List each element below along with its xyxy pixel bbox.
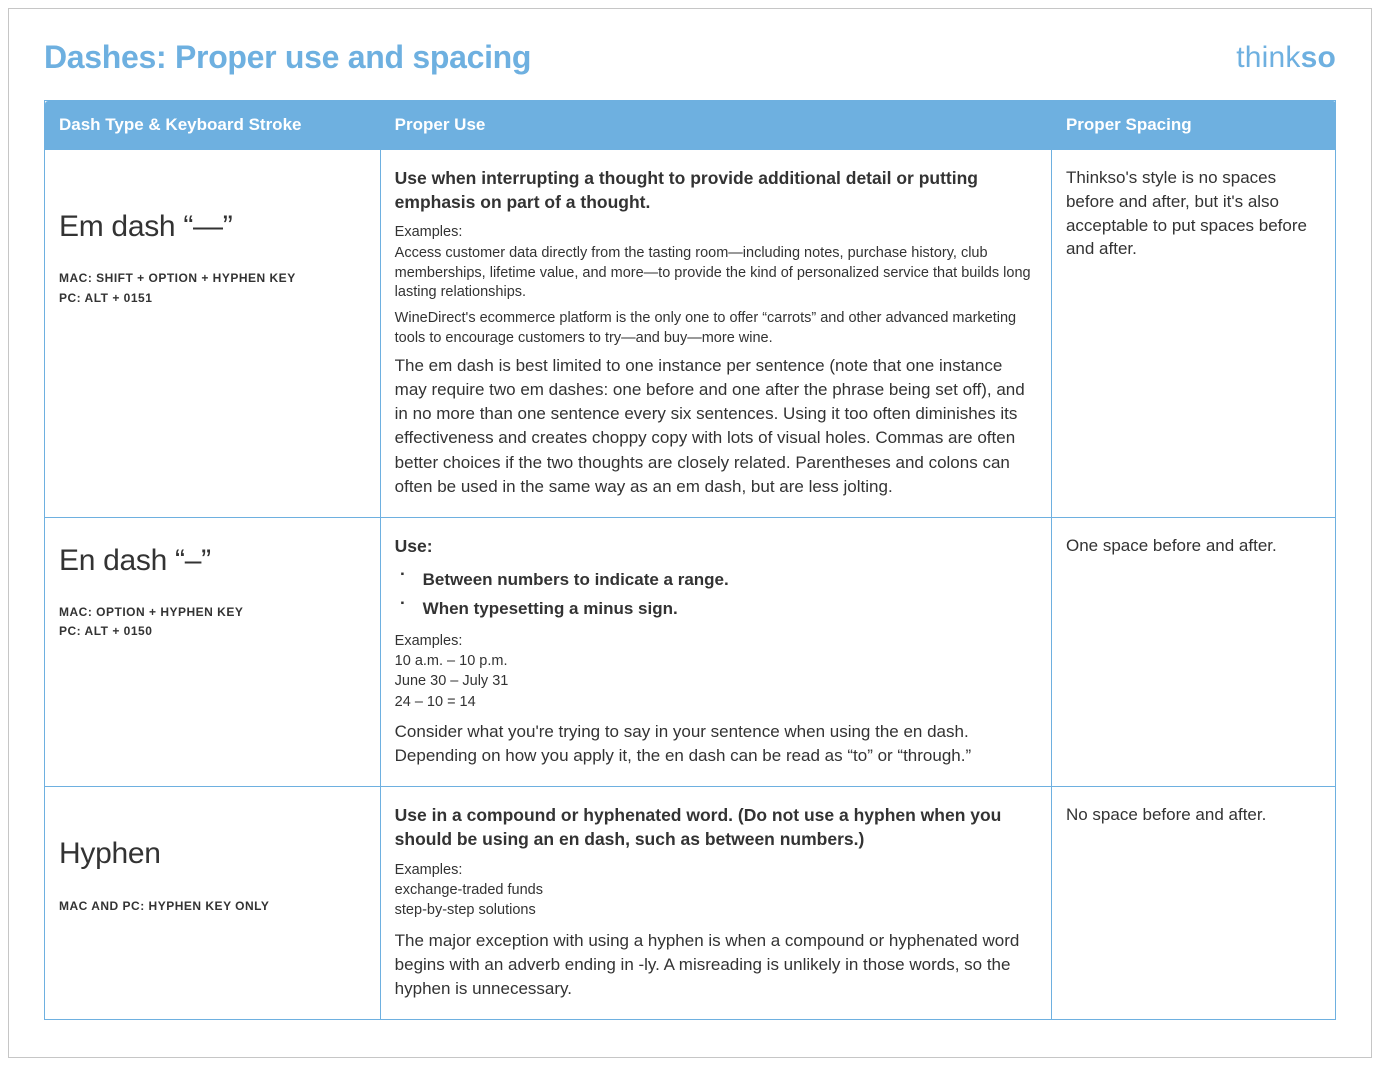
en-example-1: 10 a.m. – 10 p.m. [395, 651, 1037, 671]
hyphen-use-heading: Use in a compound or hyphenated word. (D… [395, 803, 1037, 851]
table-row: Hyphen MAC AND PC: HYPHEN KEY ONLY Use i… [45, 787, 1336, 1020]
en-bullet-list: Between numbers to indicate a range. Whe… [395, 566, 1037, 625]
em-use-heading: Use when interrupting a thought to provi… [395, 166, 1037, 214]
brand-part2: so [1301, 41, 1336, 74]
kbd-en-pc: PC: ALT + 0150 [59, 622, 366, 641]
table-row: Em dash “—” MAC: SHIFT + OPTION + HYPHEN… [45, 150, 1336, 518]
cell-hyphen-use: Use in a compound or hyphenated word. (D… [380, 787, 1051, 1020]
dash-name-en: En dash “–” [59, 540, 366, 581]
kbd-em-pc: PC: ALT + 0151 [59, 289, 366, 308]
cell-en-use: Use: Between numbers to indicate a range… [380, 517, 1051, 786]
en-spacing: One space before and after. [1066, 534, 1321, 558]
em-example-1: Access customer data directly from the t… [395, 244, 1037, 303]
brand-part1: think [1236, 41, 1300, 74]
col-header-use: Proper Use [380, 101, 1051, 150]
kbd-en-mac: MAC: OPTION + HYPHEN KEY [59, 603, 366, 622]
hyphen-body: The major exception with using a hyphen … [395, 929, 1037, 1001]
hyphen-example-1: exchange-traded funds [395, 880, 1037, 900]
header-row: Dashes: Proper use and spacing thinkso [44, 39, 1336, 76]
en-examples-block: Examples: 10 a.m. – 10 p.m. June 30 – Ju… [395, 631, 1037, 712]
em-examples-label: Examples: [395, 222, 1037, 242]
cell-em-spacing: Thinkso's style is no spaces before and … [1051, 150, 1335, 518]
en-use-heading: Use: [395, 534, 1037, 558]
em-body: The em dash is best limited to one insta… [395, 354, 1037, 499]
table-header-row: Dash Type & Keyboard Stroke Proper Use P… [45, 101, 1336, 150]
en-examples-label: Examples: [395, 631, 1037, 651]
hyphen-examples-label: Examples: [395, 860, 1037, 880]
cell-en-type: En dash “–” MAC: OPTION + HYPHEN KEY PC:… [45, 517, 381, 786]
en-bullet-1: Between numbers to indicate a range. [401, 566, 1037, 595]
cell-hyphen-spacing: No space before and after. [1051, 787, 1335, 1020]
page-title: Dashes: Proper use and spacing [44, 39, 531, 76]
em-example-2: WineDirect's ecommerce platform is the o… [395, 309, 1037, 348]
col-header-spacing: Proper Spacing [1051, 101, 1335, 150]
dash-table: Dash Type & Keyboard Stroke Proper Use P… [44, 100, 1336, 1020]
en-body: Consider what you're trying to say in yo… [395, 720, 1037, 768]
cell-em-use: Use when interrupting a thought to provi… [380, 150, 1051, 518]
dash-name-em: Em dash “—” [59, 206, 366, 247]
hyphen-examples-block: Examples: exchange-traded funds step-by-… [395, 860, 1037, 921]
en-example-2: June 30 – July 31 [395, 671, 1037, 691]
cell-em-type: Em dash “—” MAC: SHIFT + OPTION + HYPHEN… [45, 150, 381, 518]
em-spacing: Thinkso's style is no spaces before and … [1066, 166, 1321, 261]
hyphen-spacing: No space before and after. [1066, 803, 1321, 827]
page-container: Dashes: Proper use and spacing thinkso D… [8, 8, 1372, 1058]
kbd-em-mac: MAC: SHIFT + OPTION + HYPHEN KEY [59, 269, 366, 288]
en-bullet-2: When typesetting a minus sign. [401, 595, 1037, 624]
dash-name-hyphen: Hyphen [59, 833, 366, 874]
table-row: En dash “–” MAC: OPTION + HYPHEN KEY PC:… [45, 517, 1336, 786]
en-example-3: 24 – 10 = 14 [395, 692, 1037, 712]
kbd-hyphen: MAC AND PC: HYPHEN KEY ONLY [59, 897, 366, 916]
cell-en-spacing: One space before and after. [1051, 517, 1335, 786]
brand-logo: thinkso [1236, 41, 1336, 75]
hyphen-example-2: step-by-step solutions [395, 900, 1037, 920]
cell-hyphen-type: Hyphen MAC AND PC: HYPHEN KEY ONLY [45, 787, 381, 1020]
col-header-type: Dash Type & Keyboard Stroke [45, 101, 381, 150]
